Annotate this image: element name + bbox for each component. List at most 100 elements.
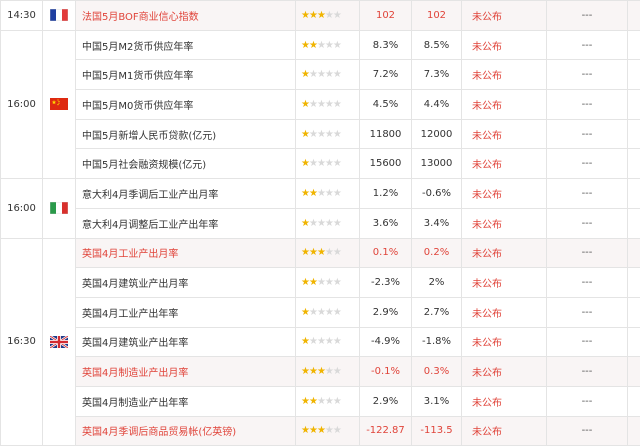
chart-link[interactable] <box>627 89 640 120</box>
actual-value: 未公布 <box>461 267 547 298</box>
previous-value: 1.2% <box>359 178 412 209</box>
calendar-row: 16:00 中国5月M2货币供应年率 ★★★★★ 8.3% 8.5% 未公布 --- <box>0 29 640 180</box>
economic-calendar-table: 14:30 法国5月BOF商业信心指数 ★★★★★ 102 102 未公布 --- 16:00… <box>0 0 640 446</box>
star-empty-icon: ★ <box>324 306 334 318</box>
chart-link[interactable] <box>627 296 640 328</box>
star-empty-icon: ★ <box>332 395 342 407</box>
forecast-value: 4.4% <box>411 89 462 120</box>
event-name[interactable]: 英国4月制造业产出月率 <box>75 356 296 387</box>
chart-link[interactable] <box>627 415 640 446</box>
event-name[interactable]: 中国5月M2货币供应年率 <box>75 29 296 61</box>
previous-value: 4.5% <box>359 89 412 120</box>
calendar-row: 中国5月M1货币供应年率 ★★★★★ 7.2% 7.3% 未公布 --- <box>1 59 640 91</box>
actual-value: 未公布 <box>461 326 547 358</box>
event-name[interactable]: 英国4月季调后商品贸易帐(亿英镑) <box>75 415 296 446</box>
star-empty-icon: ★ <box>332 425 342 437</box>
china-flag <box>42 29 76 180</box>
affect-value: --- <box>546 59 628 91</box>
event-name[interactable]: 意大利4月季调后工业产出月率 <box>75 178 296 209</box>
star-filled-icon: ★ <box>308 395 318 407</box>
event-name[interactable]: 英国4月工业产出年率 <box>75 296 296 328</box>
actual-value: 未公布 <box>461 29 547 61</box>
calendar-row: 英国4月建筑业产出月率 ★★★★★ -2.3% 2% 未公布 --- <box>1 267 640 298</box>
chart-link[interactable] <box>627 356 640 387</box>
calendar-row: 英国4月建筑业产出年率 ★★★★★ -4.9% -1.8% 未公布 --- <box>1 326 640 358</box>
star-empty-icon: ★ <box>324 425 334 437</box>
affect-value: --- <box>546 237 628 269</box>
event-name[interactable]: 英国4月工业产出月率 <box>75 237 296 269</box>
star-filled-icon: ★ <box>308 187 318 199</box>
previous-value: -4.9% <box>359 326 412 358</box>
star-empty-icon: ★ <box>316 69 326 81</box>
star-empty-icon: ★ <box>308 336 318 348</box>
chart-link[interactable] <box>627 178 640 209</box>
affect-value: --- <box>546 415 628 446</box>
star-filled-icon: ★ <box>301 39 310 51</box>
star-empty-icon: ★ <box>332 158 342 170</box>
event-name[interactable]: 意大利4月调整后工业产出年率 <box>75 207 296 239</box>
star-empty-icon: ★ <box>324 9 334 21</box>
event-name[interactable]: 英国4月建筑业产出月率 <box>75 267 296 298</box>
star-empty-icon: ★ <box>316 277 326 289</box>
chart-link[interactable] <box>627 207 640 239</box>
importance-stars: ★★★★★ <box>295 326 360 358</box>
star-filled-icon: ★ <box>301 128 310 140</box>
forecast-value: 0.3% <box>411 356 462 387</box>
forecast-value: -1.8% <box>411 326 462 358</box>
star-empty-icon: ★ <box>324 336 334 348</box>
event-name[interactable]: 中国5月社会融资规模(亿元) <box>75 148 296 180</box>
calendar-row: 中国5月M0货币供应年率 ★★★★★ 4.5% 4.4% 未公布 --- <box>1 89 640 120</box>
star-filled-icon: ★ <box>308 247 318 259</box>
forecast-value: 0.2% <box>411 237 462 269</box>
star-filled-icon: ★ <box>301 217 310 229</box>
importance-stars: ★★★★★ <box>295 148 360 180</box>
importance-stars: ★★★★★ <box>295 296 360 328</box>
actual-value: 未公布 <box>461 118 547 150</box>
star-empty-icon: ★ <box>316 395 326 407</box>
chart-link[interactable] <box>627 267 640 298</box>
importance-stars: ★★★★★ <box>295 59 360 91</box>
actual-value: 未公布 <box>461 415 547 446</box>
calendar-row: 16:00 意大利4月季调后工业产出月率 ★★★★★ 1.2% -0.6% 未公布 --- <box>0 178 640 239</box>
star-empty-icon: ★ <box>324 187 334 199</box>
star-filled-icon: ★ <box>316 425 326 437</box>
chart-link[interactable] <box>627 148 640 180</box>
star-filled-icon: ★ <box>308 277 318 289</box>
event-name[interactable]: 中国5月M0货币供应年率 <box>75 89 296 120</box>
event-time: 14:30 <box>0 0 43 31</box>
affect-value: --- <box>546 296 628 328</box>
event-name[interactable]: 中国5月新增人民币贷款(亿元) <box>75 118 296 150</box>
chart-link[interactable] <box>627 118 640 150</box>
affect-value: --- <box>546 0 628 31</box>
star-empty-icon: ★ <box>316 217 326 229</box>
chart-link[interactable] <box>627 29 640 61</box>
chart-link[interactable] <box>627 385 640 417</box>
event-name[interactable]: 英国4月建筑业产出年率 <box>75 326 296 358</box>
importance-stars: ★★★★★ <box>295 207 360 239</box>
importance-stars: ★★★★★ <box>295 29 360 61</box>
star-empty-icon: ★ <box>308 128 318 140</box>
event-name[interactable]: 中国5月M1货币供应年率 <box>75 59 296 91</box>
star-empty-icon: ★ <box>316 187 326 199</box>
actual-value: 未公布 <box>461 296 547 328</box>
forecast-value: 3.4% <box>411 207 462 239</box>
calendar-row: 14:30 法国5月BOF商业信心指数 ★★★★★ 102 102 未公布 --- <box>0 0 640 31</box>
previous-value: -0.1% <box>359 356 412 387</box>
star-empty-icon: ★ <box>324 128 334 140</box>
chart-link[interactable] <box>627 237 640 269</box>
calendar-row: 意大利4月调整后工业产出年率 ★★★★★ 3.6% 3.4% 未公布 --- <box>1 207 640 239</box>
event-name[interactable]: 英国4月制造业产出年率 <box>75 385 296 417</box>
star-filled-icon: ★ <box>301 425 310 437</box>
star-filled-icon: ★ <box>301 69 310 81</box>
previous-value: 2.9% <box>359 385 412 417</box>
previous-value: 102 <box>359 0 412 31</box>
star-filled-icon: ★ <box>316 366 326 378</box>
chart-link[interactable] <box>627 0 640 31</box>
event-name[interactable]: 法国5月BOF商业信心指数 <box>75 0 296 31</box>
chart-link[interactable] <box>627 326 640 358</box>
star-empty-icon: ★ <box>308 69 318 81</box>
star-filled-icon: ★ <box>316 9 326 21</box>
previous-value: -122.87 <box>359 415 412 446</box>
chart-link[interactable] <box>627 59 640 91</box>
importance-stars: ★★★★★ <box>295 89 360 120</box>
